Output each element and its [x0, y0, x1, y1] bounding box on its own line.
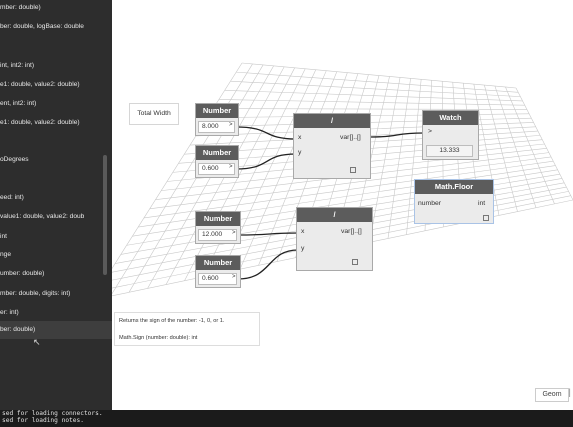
divide-node[interactable]: / x y var[]..[]	[293, 113, 371, 179]
output-port[interactable]: var[]..[]	[340, 134, 361, 141]
tooltip-signature: Math.Sign (number: double): int	[119, 335, 198, 341]
console-line: sed for loading notes.	[2, 417, 84, 424]
library-item[interactable]: int	[0, 232, 7, 241]
divide-node[interactable]: / x y var[]..[]	[296, 207, 373, 271]
chevron-right-icon: >	[229, 164, 233, 170]
node-title: Number	[196, 256, 240, 270]
output-port-int[interactable]: int	[478, 200, 485, 207]
workspace-canvas[interactable]: Total Width Number 8.000 > Number 0.600 …	[112, 0, 573, 410]
connector-wire	[235, 126, 297, 140]
number-node[interactable]: Number 0.600 >	[195, 255, 241, 288]
mouse-cursor-icon: ↖	[33, 337, 41, 347]
connector-wire	[237, 249, 299, 280]
connector-wire	[237, 232, 299, 236]
console-line: sed for loading connectors.	[2, 410, 103, 417]
input-port-number[interactable]: number	[418, 200, 441, 207]
node-title: /	[297, 208, 372, 222]
library-item[interactable]: eed: int)	[0, 193, 24, 202]
input-port[interactable]: >	[428, 128, 432, 135]
library-panel: mber: double) ber: double, logBase: doub…	[0, 0, 112, 410]
library-item-selected[interactable]: ber: double)	[0, 321, 112, 339]
library-scrollbar[interactable]	[103, 155, 107, 275]
view-toggle-button[interactable]: │	[568, 388, 572, 400]
library-item[interactable]: mber: double)	[0, 3, 41, 12]
chevron-right-icon: >	[232, 274, 236, 280]
lacing-icon	[352, 259, 358, 265]
node-title: Number	[196, 212, 240, 226]
library-item[interactable]: ent, int2: int)	[0, 99, 36, 108]
console-panel: sed for loading connectors. sed for load…	[0, 410, 573, 427]
library-tooltip: Returns the sign of the number: -1, 0, o…	[114, 312, 260, 346]
chevron-right-icon: >	[229, 122, 233, 128]
library-item[interactable]: e1: double, value2: double)	[0, 118, 80, 127]
input-port-y[interactable]: y	[301, 245, 304, 252]
library-item[interactable]: er: int)	[0, 308, 19, 317]
library-item[interactable]: value1: double, value2: doub	[0, 212, 84, 221]
chevron-right-icon: >	[232, 230, 236, 236]
lacing-icon	[350, 167, 356, 173]
node-title: /	[294, 114, 370, 128]
library-item[interactable]: umber: double)	[0, 269, 44, 278]
geometry-view-button[interactable]: Geom	[535, 388, 569, 402]
lacing-icon	[483, 215, 489, 221]
math-floor-node[interactable]: Math.Floor number int	[414, 179, 494, 224]
node-title: Watch	[423, 111, 478, 125]
library-item[interactable]: int, int2: int)	[0, 61, 34, 70]
background-grid	[112, 62, 573, 297]
input-port-x[interactable]: x	[301, 228, 304, 235]
library-item[interactable]: nge	[0, 250, 11, 259]
tooltip-description: Returns the sign of the number: -1, 0, o…	[119, 318, 225, 324]
library-item[interactable]: mber: double, digits: int)	[0, 289, 70, 298]
watch-node[interactable]: Watch > 13.333	[422, 110, 479, 160]
watch-value: 13.333	[426, 145, 473, 157]
library-item[interactable]: e1: double, value2: double)	[0, 80, 80, 89]
note-total-width[interactable]: Total Width	[129, 103, 179, 125]
number-node[interactable]: Number 8.000 >	[195, 103, 239, 136]
input-port-y[interactable]: y	[298, 149, 301, 156]
node-title: Number	[196, 146, 238, 160]
library-item[interactable]: ber: double, logBase: double	[0, 22, 84, 31]
input-port-x[interactable]: x	[298, 134, 301, 141]
node-title: Number	[196, 104, 238, 118]
number-node[interactable]: Number 0.600 >	[195, 145, 239, 178]
number-node[interactable]: Number 12.000 >	[195, 211, 241, 244]
library-item[interactable]: oDegrees	[0, 155, 29, 164]
output-port[interactable]: var[]..[]	[341, 228, 362, 235]
node-title: Math.Floor	[415, 180, 493, 194]
